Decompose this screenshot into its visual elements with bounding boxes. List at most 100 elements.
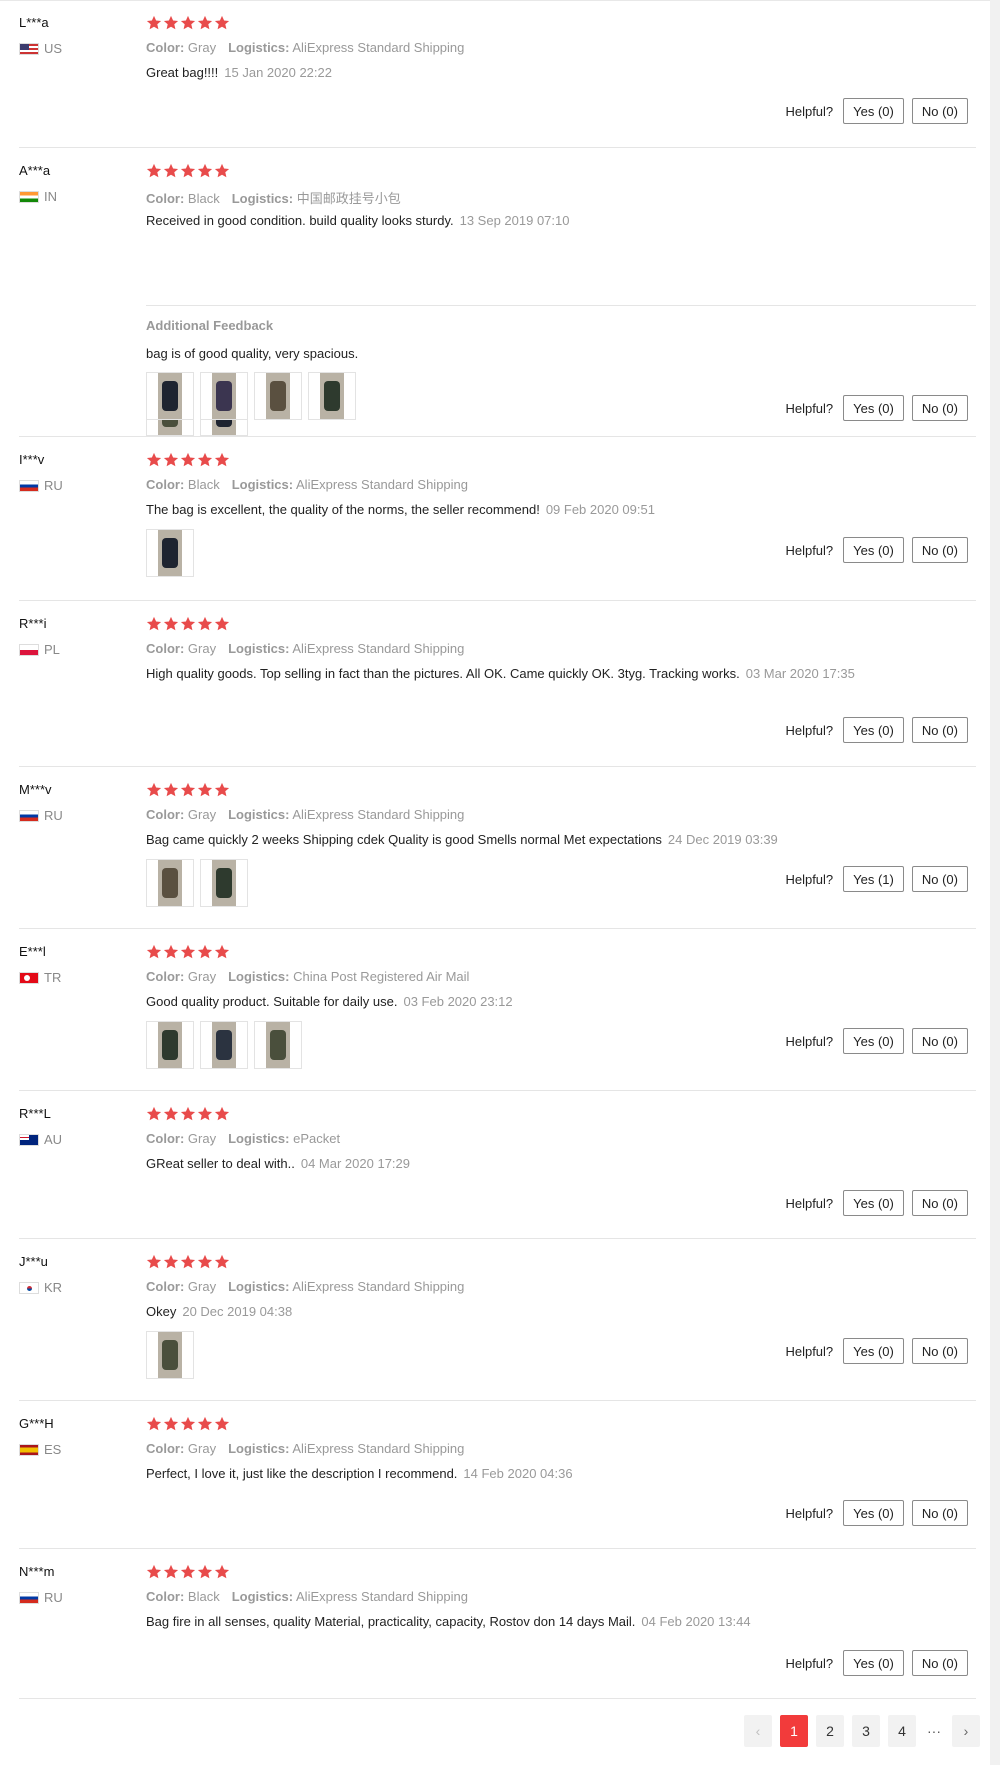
color-value: Black [187,477,220,492]
prev-page-button[interactable]: ‹ [744,1715,772,1747]
country-code: ES [44,1442,62,1457]
reviewer-country: ES [19,1442,61,1457]
helpful-no-button[interactable]: No (0) [911,717,968,743]
helpful-yes-button[interactable]: Yes (0) [843,395,904,421]
review-photo-thumbnail[interactable] [146,372,194,420]
helpful-yes-button[interactable]: Yes (0) [843,1500,904,1526]
country-code: IN [44,189,57,204]
page-scrollbar[interactable] [990,0,1000,1765]
pl-flag-icon [19,643,39,656]
ru-flag-icon [19,479,39,492]
review-text: High quality goods. Top selling in fact … [146,666,740,681]
chevron-left-icon: ‹ [755,1723,761,1739]
tr-flag-icon [19,971,39,984]
logistics-value: AliExpress Standard Shipping [292,40,465,55]
review-text: Okey [146,1304,177,1319]
order-info: Color: Black Logistics: AliExpress Standa… [146,1589,468,1604]
logistics-label: Logistics: [228,1441,290,1456]
logistics-label: Logistics: [228,1279,290,1294]
helpful-yes-button[interactable]: Yes (0) [843,717,904,743]
pagination-ellipsis: ··· [927,1723,941,1739]
helpful-yes-button[interactable]: Yes (0) [843,98,904,124]
helpful-no-button[interactable]: No (0) [911,1338,968,1364]
color-value: Gray [187,1131,217,1146]
reviewer-country: IN [19,189,57,204]
helpful-no-button[interactable]: No (0) [911,395,968,421]
page-2-button[interactable]: 2 [816,1715,844,1747]
order-info: Color: Gray Logistics: AliExpress Standar… [146,1441,464,1456]
in-flag-icon [19,190,39,203]
review-photo-thumbnail[interactable] [308,372,356,420]
helpful-controls: Helpful? Yes (0) No (0) [785,1028,968,1054]
review-text: GReat seller to deal with.. [146,1156,295,1171]
order-info: Color: Gray Logistics: China Post Registe… [146,969,469,984]
helpful-yes-button[interactable]: Yes (1) [843,866,904,892]
review-photo-thumbnail[interactable] [146,529,194,577]
color-value: Gray [187,1441,217,1456]
star-rating [146,1254,230,1270]
color-label: Color: [146,969,185,984]
helpful-controls: Helpful? Yes (0) No (0) [785,537,968,563]
review-photo-thumbnail[interactable] [200,859,248,907]
review-text: Good quality product. Suitable for daily… [146,994,398,1009]
helpful-yes-button[interactable]: Yes (0) [843,1338,904,1364]
helpful-no-button[interactable]: No (0) [911,1650,968,1676]
review-content: Okey 20 Dec 2019 04:38 [146,1303,866,1321]
helpful-no-button[interactable]: No (0) [911,1500,968,1526]
helpful-no-button[interactable]: No (0) [911,866,968,892]
helpful-no-button[interactable]: No (0) [911,98,968,124]
review-photos [146,859,248,907]
helpful-yes-button[interactable]: Yes (0) [843,1028,904,1054]
country-code: RU [44,808,63,823]
additional-feedback-title: Additional Feedback [146,318,274,333]
additional-divider [146,305,976,306]
color-value: Gray [187,807,217,822]
star-rating [146,782,230,798]
country-code: US [44,41,63,56]
helpful-controls: Helpful? Yes (0) No (0) [785,1338,968,1364]
order-info: Color: Gray Logistics: AliExpress Standar… [146,40,464,55]
review-photo-thumbnail[interactable] [200,1021,248,1069]
helpful-no-button[interactable]: No (0) [911,1190,968,1216]
logistics-label: Logistics: [231,191,294,206]
review-date: 14 Feb 2020 04:36 [463,1466,573,1481]
reviewer-name: A***a [19,163,51,178]
star-rating [146,452,230,468]
reviewer-name: L***a [19,15,49,30]
helpful-yes-button[interactable]: Yes (0) [843,1190,904,1216]
review-photo-thumbnail[interactable] [146,859,194,907]
logistics-value: AliExpress Standard Shipping [292,641,465,656]
review-content: The bag is excellent, the quality of the… [146,501,866,519]
helpful-yes-button[interactable]: Yes (0) [843,1650,904,1676]
review-item: M***v RU Color: Gray Logistics: AliExpress … [0,767,976,929]
helpful-no-button[interactable]: No (0) [911,1028,968,1054]
helpful-no-button[interactable]: No (0) [911,537,968,563]
reviewer-country: RU [19,1590,63,1605]
review-date: 04 Mar 2020 17:29 [300,1156,410,1171]
review-photo-thumbnail[interactable] [254,372,302,420]
page-3-button[interactable]: 3 [852,1715,880,1747]
photo-icon [158,1022,182,1068]
color-value: Gray [187,40,217,55]
review-photo-thumbnail[interactable] [254,1021,302,1069]
review-photo-thumbnail[interactable] [146,1021,194,1069]
page-1-button[interactable]: 1 [780,1715,808,1747]
helpful-yes-button[interactable]: Yes (0) [843,537,904,563]
page-4-button[interactable]: 4 [888,1715,916,1747]
order-info: Color: Gray Logistics: AliExpress Standar… [146,807,464,822]
review-divider [19,1698,976,1699]
review-text: Perfect, I love it, just like the descri… [146,1466,458,1481]
reviewer-country: PL [19,642,60,657]
reviewer-name: E***l [19,944,46,959]
star-rating [146,1416,230,1432]
next-page-button[interactable]: › [952,1715,980,1747]
order-info: Color: Gray Logistics: AliExpress Standar… [146,1279,464,1294]
review-date: 24 Dec 2019 03:39 [667,832,778,847]
reviewer-name: G***H [19,1416,54,1431]
au-flag-icon [19,1133,39,1146]
review-photo-thumbnail[interactable] [200,372,248,420]
color-label: Color: [146,1279,185,1294]
reviewer-country: US [19,41,62,56]
review-photo-thumbnail[interactable] [146,1331,194,1379]
helpful-controls: Helpful? Yes (0) No (0) [785,717,968,743]
